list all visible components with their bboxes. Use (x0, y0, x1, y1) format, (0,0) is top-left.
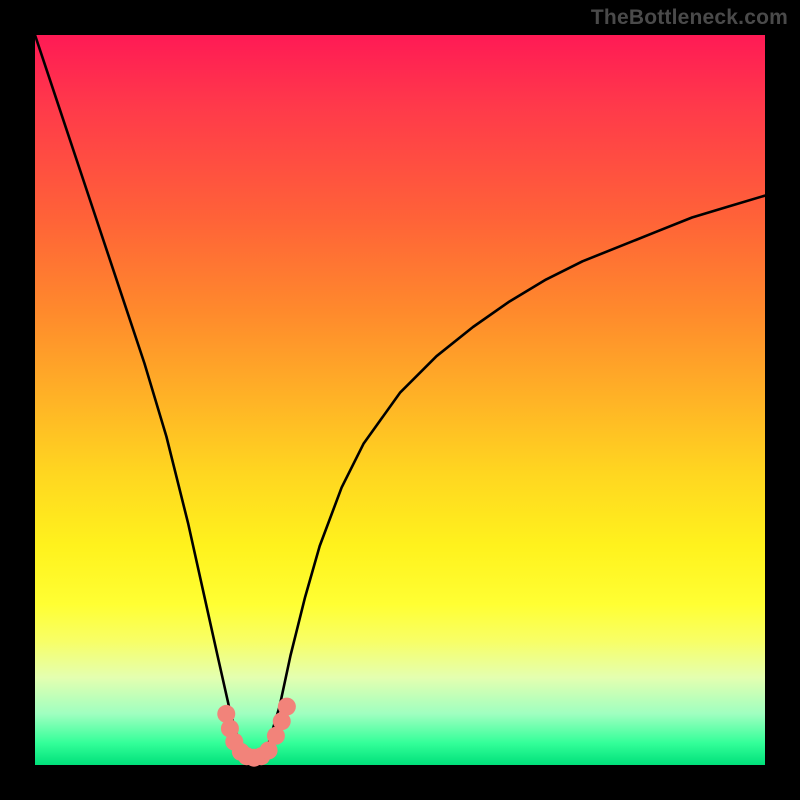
marker-dot (278, 698, 296, 716)
chart-svg (35, 35, 765, 765)
plot-area (35, 35, 765, 765)
curve-line (35, 35, 765, 758)
watermark-text: TheBottleneck.com (591, 6, 788, 30)
chart-frame: TheBottleneck.com (0, 0, 800, 800)
